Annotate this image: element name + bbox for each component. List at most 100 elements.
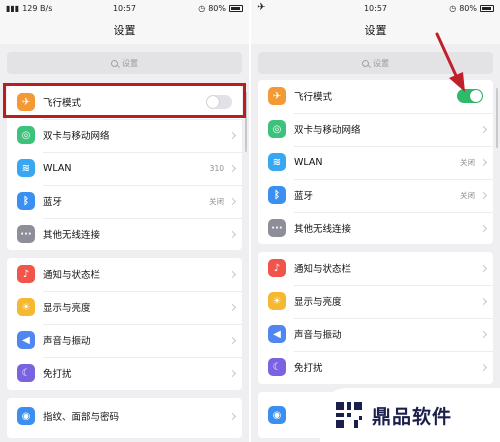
row-label: 双卡与移动网络 bbox=[43, 131, 110, 142]
bluetooth-value: 关闭 bbox=[460, 190, 475, 200]
fingerprint-icon: ◉ bbox=[17, 407, 35, 425]
settings-row-sound[interactable]: ◀ 声音与振动 bbox=[7, 324, 242, 356]
row-label: 通知与状态栏 bbox=[294, 264, 352, 275]
connectivity-group: ✈ 飞行模式 ◎ 双卡与移动网络 ≋ WLAN 关闭 ᛒ 蓝牙 关闭 ··· 其… bbox=[258, 80, 493, 244]
chevron-right-icon bbox=[228, 197, 237, 205]
settings-row-bluetooth[interactable]: ᛒ 蓝牙 关闭 bbox=[7, 185, 242, 217]
settings-row-notifications[interactable]: ♪ 通知与状态栏 bbox=[7, 258, 242, 290]
globe-icon: ◎ bbox=[268, 120, 286, 138]
watermark-logo-icon bbox=[333, 399, 365, 431]
system-group: ♪ 通知与状态栏 ☀ 显示与亮度 ◀ 声音与振动 ☾ 免打扰 bbox=[7, 258, 242, 390]
row-label: 其他无线连接 bbox=[294, 224, 352, 235]
settings-row-do-not-disturb[interactable]: ☾ 免打扰 bbox=[7, 357, 242, 389]
battery-icon bbox=[229, 5, 243, 12]
row-label: 其他无线连接 bbox=[43, 230, 101, 241]
more-icon: ··· bbox=[17, 225, 35, 243]
page-title: 设置 bbox=[251, 18, 500, 44]
chevron-right-icon bbox=[479, 224, 488, 232]
row-label: 声音与振动 bbox=[294, 330, 342, 341]
more-icon: ··· bbox=[268, 219, 286, 237]
status-right: ◷ 80% bbox=[449, 4, 494, 13]
settings-row-other-wireless[interactable]: ··· 其他无线连接 bbox=[258, 212, 493, 244]
chevron-right-icon bbox=[479, 125, 488, 133]
status-bar: ▮▮▮ 129 B/s 10:57 ◷ 80% bbox=[0, 0, 249, 18]
system-group: ♪ 通知与状态栏 ☀ 显示与亮度 ◀ 声音与振动 ☾ 免打扰 bbox=[258, 252, 493, 384]
airplane-icon: ✈ bbox=[268, 87, 286, 105]
settings-row-display[interactable]: ☀ 显示与亮度 bbox=[258, 285, 493, 317]
alarm-icon: ◷ bbox=[449, 4, 457, 13]
speaker-icon: ◀ bbox=[268, 325, 286, 343]
row-label: 显示与亮度 bbox=[43, 303, 91, 314]
bell-icon: ♪ bbox=[268, 259, 286, 277]
settings-screen-after: ✈ 10:57 ◷ 80% 设置 设置 ✈ 飞行模式 ◎ 双卡与移动网络 ≋ W… bbox=[251, 0, 500, 442]
settings-row-wlan[interactable]: ≋ WLAN 310 bbox=[7, 152, 242, 184]
bluetooth-icon: ᛒ bbox=[17, 192, 35, 210]
settings-row-notifications[interactable]: ♪ 通知与状态栏 bbox=[258, 252, 493, 284]
battery-percent: 80% bbox=[208, 4, 226, 13]
sun-icon: ☀ bbox=[268, 292, 286, 310]
settings-row-airplane-mode[interactable]: ✈ 飞行模式 bbox=[258, 80, 493, 112]
settings-screen-before: ▮▮▮ 129 B/s 10:57 ◷ 80% 设置 设置 ✈ 飞行模式 ◎ 双… bbox=[0, 0, 249, 442]
chevron-right-icon bbox=[479, 363, 488, 371]
airplane-mode-toggle[interactable] bbox=[206, 95, 232, 109]
scrollbar[interactable] bbox=[245, 92, 247, 152]
search-icon bbox=[362, 59, 369, 67]
chevron-right-icon bbox=[228, 412, 237, 420]
scrollbar[interactable] bbox=[496, 88, 498, 148]
battery-percent: 80% bbox=[459, 4, 477, 13]
wlan-value: 310 bbox=[209, 163, 224, 173]
battery-icon bbox=[480, 5, 494, 12]
airplane-icon: ✈ bbox=[17, 93, 35, 111]
search-input[interactable]: 设置 bbox=[258, 52, 493, 74]
chevron-right-icon bbox=[228, 270, 237, 278]
bluetooth-value: 关闭 bbox=[209, 196, 224, 206]
chevron-right-icon bbox=[228, 230, 237, 238]
row-label: 免打扰 bbox=[43, 369, 72, 380]
settings-row-do-not-disturb[interactable]: ☾ 免打扰 bbox=[258, 351, 493, 383]
row-label: 蓝牙 bbox=[43, 197, 63, 208]
airplane-mode-toggle[interactable] bbox=[457, 89, 483, 103]
chevron-right-icon bbox=[479, 330, 488, 338]
wifi-icon: ≋ bbox=[268, 153, 286, 171]
settings-row-dual-sim[interactable]: ◎ 双卡与移动网络 bbox=[258, 113, 493, 145]
speaker-icon: ◀ bbox=[17, 331, 35, 349]
chevron-right-icon bbox=[228, 336, 237, 344]
row-label: 免打扰 bbox=[294, 363, 323, 374]
sun-icon: ☀ bbox=[17, 298, 35, 316]
row-label: 显示与亮度 bbox=[294, 297, 342, 308]
connectivity-group: ✈ 飞行模式 ◎ 双卡与移动网络 ≋ WLAN 310 ᛒ 蓝牙 关闭 ··· … bbox=[7, 86, 242, 250]
page-title: 设置 bbox=[0, 18, 249, 44]
chevron-right-icon bbox=[479, 158, 488, 166]
status-bar: ✈ 10:57 ◷ 80% bbox=[251, 0, 500, 18]
alarm-icon: ◷ bbox=[198, 4, 206, 13]
settings-row-display[interactable]: ☀ 显示与亮度 bbox=[7, 291, 242, 323]
moon-icon: ☾ bbox=[268, 358, 286, 376]
settings-row-other-wireless[interactable]: ··· 其他无线连接 bbox=[7, 218, 242, 250]
chevron-right-icon bbox=[479, 264, 488, 272]
watermark: 鼎品软件 bbox=[320, 388, 500, 442]
row-label: 飞行模式 bbox=[294, 92, 333, 103]
settings-row-fingerprint[interactable]: ◉ 指纹、面部与密码 bbox=[7, 400, 242, 432]
search-input[interactable]: 设置 bbox=[7, 52, 242, 74]
bluetooth-icon: ᛒ bbox=[268, 186, 286, 204]
row-label: 声音与振动 bbox=[43, 336, 91, 347]
search-placeholder: 设置 bbox=[122, 58, 138, 68]
settings-row-bluetooth[interactable]: ᛒ 蓝牙 关闭 bbox=[258, 179, 493, 211]
chevron-right-icon bbox=[479, 297, 488, 305]
bell-icon: ♪ bbox=[17, 265, 35, 283]
security-group: ◉ 指纹、面部与密码 bbox=[7, 398, 242, 438]
settings-row-dual-sim[interactable]: ◎ 双卡与移动网络 bbox=[7, 119, 242, 151]
chevron-right-icon bbox=[228, 303, 237, 311]
settings-row-sound[interactable]: ◀ 声音与振动 bbox=[258, 318, 493, 350]
search-icon bbox=[111, 59, 118, 67]
chevron-right-icon bbox=[228, 369, 237, 377]
wifi-icon: ≋ bbox=[17, 159, 35, 177]
chevron-right-icon bbox=[228, 164, 237, 172]
status-right: ◷ 80% bbox=[198, 4, 243, 13]
settings-row-wlan[interactable]: ≋ WLAN 关闭 bbox=[258, 146, 493, 178]
wlan-value: 关闭 bbox=[460, 157, 475, 167]
settings-row-airplane-mode[interactable]: ✈ 飞行模式 bbox=[7, 86, 242, 118]
chevron-right-icon bbox=[479, 191, 488, 199]
row-label: 蓝牙 bbox=[294, 191, 314, 202]
row-label: 飞行模式 bbox=[43, 98, 82, 109]
